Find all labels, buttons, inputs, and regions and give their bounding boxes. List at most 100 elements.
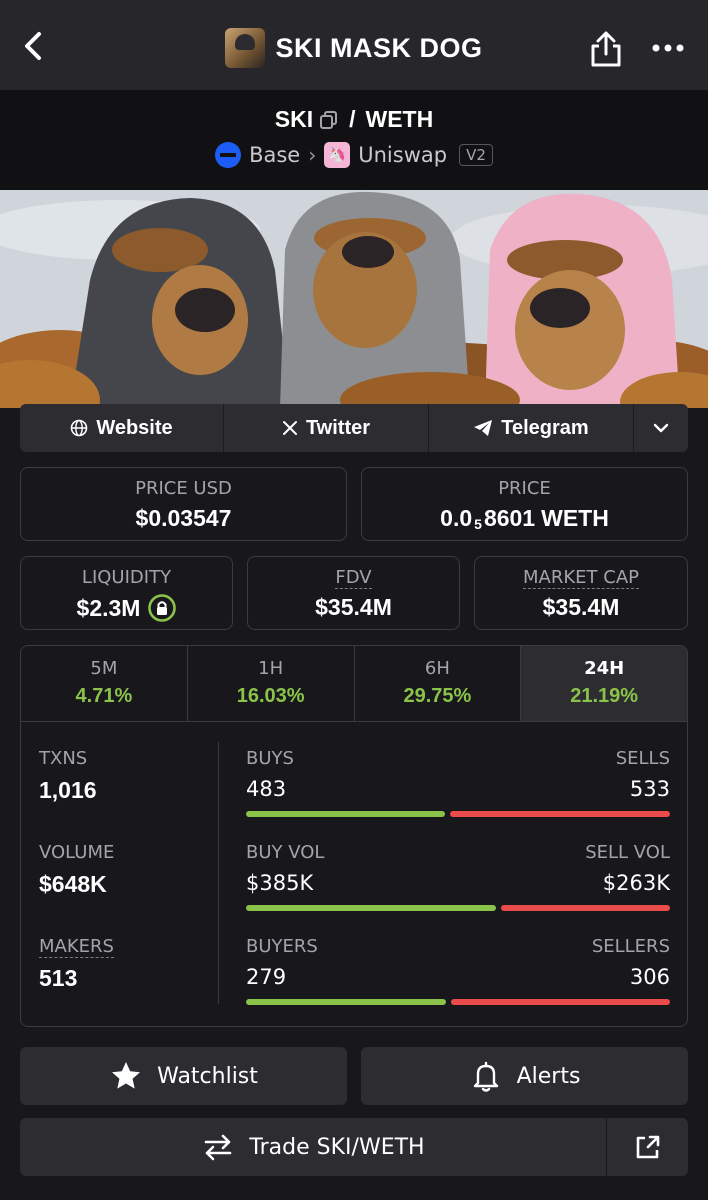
twitter-label: Twitter	[305, 416, 371, 439]
tab-24h-label: 24H	[584, 658, 625, 679]
more-links-button[interactable]	[634, 404, 688, 452]
tab-1h-change: 16.03%	[236, 685, 305, 707]
page-title: SKI MASK DOG	[275, 32, 483, 63]
stats-divider	[218, 742, 219, 1004]
share-button[interactable]	[588, 30, 624, 68]
liquidity-value-row: $2.3M	[21, 594, 232, 622]
price-weth-card: PRICE 0.0 5 8601 WETH	[361, 467, 688, 541]
globe-icon	[71, 419, 88, 437]
base-symbol: SKI	[274, 106, 314, 132]
dex-name[interactable]: Uniswap	[358, 143, 447, 167]
external-link-button[interactable]	[607, 1118, 688, 1176]
more-icon	[652, 44, 684, 52]
buys-value: 483	[246, 777, 287, 801]
alerts-label: Alerts	[516, 1063, 581, 1089]
telegram-icon	[474, 420, 493, 436]
more-button[interactable]	[648, 36, 688, 60]
twitter-button[interactable]: Twitter	[224, 404, 429, 452]
price-usd-label: PRICE USD	[135, 478, 232, 499]
buy-vol-value: $385K	[246, 871, 314, 895]
fdv-label[interactable]: FDV	[335, 567, 372, 589]
price-label: PRICE	[498, 478, 551, 499]
x-logo-icon	[282, 421, 297, 435]
market-cap-value: $35.4M	[542, 594, 620, 620]
buyers-value: 279	[246, 965, 287, 989]
sellers-value: 306	[629, 965, 670, 989]
watchlist-label: Watchlist	[157, 1063, 258, 1089]
stats-area: TXNS 1,016 VOLUME $648K MAKERS 513 BUYS …	[21, 722, 687, 1026]
pair-header: SKI / WETH Base › 🦄 Uniswap V2	[0, 90, 708, 190]
price-usd-card: PRICE USD $0.03547	[20, 467, 347, 541]
share-icon	[591, 31, 621, 67]
sell-vol-bar-fill	[500, 905, 670, 911]
txns-value: 1,016	[39, 777, 97, 803]
tab-5m-change: 4.71%	[75, 685, 133, 707]
price-weth-value: 0.0 5 8601 WETH	[362, 505, 687, 532]
bell-icon	[473, 1061, 498, 1092]
chevron-right-icon: ›	[308, 143, 317, 167]
tab-5m-label: 5M	[90, 658, 118, 679]
telegram-button[interactable]: Telegram	[429, 404, 634, 452]
buys-sells-bar	[246, 811, 670, 817]
volume-value: $648K	[39, 871, 107, 897]
txns-label: TXNS	[39, 748, 88, 769]
tab-6h-label: 6H	[424, 658, 450, 679]
sells-value: 533	[629, 777, 670, 801]
price-prefix: 0.0	[440, 505, 473, 531]
lock-icon[interactable]	[148, 594, 177, 622]
tab-24h-change: 21.19%	[570, 685, 639, 707]
sell-vol-value: $263K	[602, 871, 670, 895]
external-link-icon	[636, 1135, 659, 1159]
market-cap-label[interactable]: MARKET CAP	[523, 567, 639, 589]
stats-panel: 5M 4.71% 1H 16.03% 6H 29.75% 24H 21.19% …	[20, 645, 688, 1027]
chain-dex-info: Base › 🦄 Uniswap V2	[0, 142, 708, 168]
makers-value: 513	[39, 965, 78, 991]
price-digits: 8601	[483, 505, 536, 531]
volume-split-stat: BUY VOL SELL VOL $385K $263K	[246, 842, 670, 911]
timeframe-tabs: 5M 4.71% 1H 16.03% 6H 29.75% 24H 21.19%	[21, 646, 687, 722]
tab-5m[interactable]: 5M 4.71%	[21, 646, 188, 721]
chevron-down-icon	[653, 423, 669, 433]
star-icon	[112, 1062, 141, 1089]
makers-stat: MAKERS 513	[39, 936, 114, 992]
telegram-label: Telegram	[501, 416, 589, 439]
price-subscript: 5	[474, 515, 482, 532]
trade-button[interactable]: Trade SKI/WETH	[20, 1118, 606, 1176]
price-usd-value: $0.03547	[135, 505, 232, 531]
token-avatar	[225, 28, 266, 68]
social-links: Website Twitter Telegram	[20, 404, 688, 452]
txns-stat: TXNS 1,016	[39, 748, 97, 804]
buyers-bar-fill	[246, 999, 446, 1005]
buys-bar-fill	[246, 811, 445, 817]
watchlist-button[interactable]: Watchlist	[20, 1047, 347, 1105]
website-button[interactable]: Website	[20, 404, 224, 452]
buyers-sellers-stat: BUYERS SELLERS 279 306	[246, 936, 670, 1005]
sellers-bar-fill	[450, 999, 670, 1005]
pair-name: SKI / WETH	[0, 106, 708, 133]
chain-name[interactable]: Base	[249, 143, 300, 167]
token-banner-image	[0, 190, 708, 408]
market-cap-card: MARKET CAP $35.4M	[474, 556, 688, 630]
sells-label: SELLS	[615, 748, 670, 769]
fdv-value: $35.4M	[315, 594, 392, 620]
buyers-sellers-bar	[246, 999, 670, 1005]
uniswap-icon: 🦄	[324, 142, 351, 168]
liquidity-card: LIQUIDITY $2.3M	[20, 556, 233, 630]
sellers-label: SELLERS	[591, 936, 670, 957]
swap-arrows-icon	[205, 1134, 232, 1161]
tab-1h-label: 1H	[258, 658, 284, 679]
buys-sells-stat: BUYS SELLS 483 533	[246, 748, 670, 817]
sells-bar-fill	[449, 811, 670, 817]
website-label: Website	[96, 416, 173, 439]
top-bar: SKI MASK DOG	[0, 0, 708, 90]
liquidity-value: $2.3M	[76, 594, 141, 621]
base-chain-icon	[215, 142, 242, 168]
makers-label[interactable]: MAKERS	[39, 936, 114, 958]
copy-icon[interactable]	[319, 110, 339, 130]
pair-separator: /	[349, 106, 356, 132]
tab-6h[interactable]: 6H 29.75%	[355, 646, 522, 721]
tab-1h[interactable]: 1H 16.03%	[188, 646, 355, 721]
tab-24h[interactable]: 24H 21.19%	[521, 646, 687, 721]
alerts-button[interactable]: Alerts	[361, 1047, 688, 1105]
tab-6h-change: 29.75%	[403, 685, 472, 707]
